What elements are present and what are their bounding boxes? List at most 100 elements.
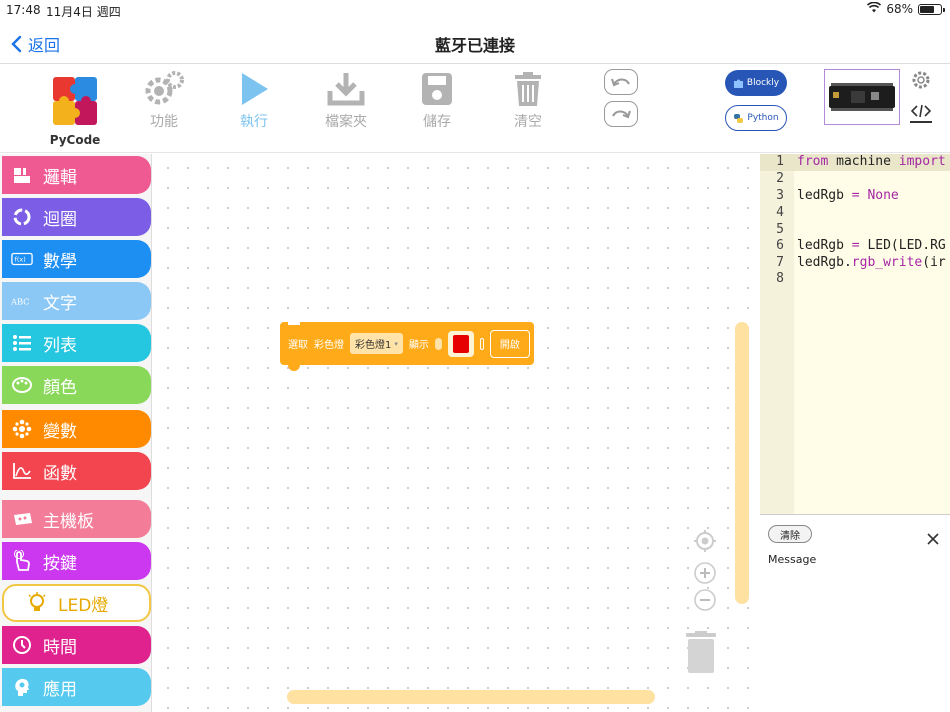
category-label: 時間 [43, 637, 77, 658]
save-button[interactable]: 儲存 [407, 71, 467, 131]
undo-button[interactable] [604, 69, 638, 95]
list-icon [11, 332, 33, 354]
block-select-label: 選取 [288, 340, 308, 351]
category-led[interactable]: LED燈 [2, 584, 151, 622]
redo-button[interactable] [604, 101, 638, 127]
download-icon [327, 73, 365, 106]
zoom-out-icon[interactable] [693, 588, 717, 616]
play-icon [242, 73, 268, 105]
code-view-icon[interactable] [910, 101, 932, 123]
trash-can-icon[interactable] [684, 631, 718, 679]
line-number: 7 [776, 255, 784, 270]
pycode-logo: PyCode [48, 75, 102, 147]
python-label: Python [747, 113, 779, 123]
toggle-field[interactable]: 開啟 [489, 329, 530, 358]
line-number: 4 [776, 205, 784, 220]
python-code-panel[interactable]: 1 from machine import 2 3 ledRgb = None … [760, 154, 950, 514]
blocks-workspace[interactable]: 選取 彩色燈 彩色燈1 ▾ 顯示 開啟 [152, 154, 752, 712]
recenter-icon[interactable] [693, 529, 717, 557]
abc-text-icon: ABC [11, 290, 33, 312]
status-bar: 17:48 11月4日 週四 68% [0, 0, 950, 20]
block-led-label: 彩色燈 [314, 340, 344, 351]
led-color-block[interactable]: 選取 彩色燈 彩色燈1 ▾ 顯示 開啟 [280, 317, 534, 371]
category-function[interactable]: 函數 [2, 452, 151, 490]
dropdown-value: 彩色燈1 [355, 340, 392, 351]
line-number: 6 [776, 238, 784, 253]
message-label: Message [768, 553, 817, 566]
palette-icon [11, 374, 33, 396]
line-text: from machine import [797, 154, 946, 169]
run-label: 執行 [240, 114, 268, 130]
line-text: ledRgb = LED(LED.RG [797, 238, 946, 253]
brand-label: PyCode [49, 133, 101, 147]
category-label: 變數 [43, 421, 77, 442]
horizontal-scrollbar[interactable] [287, 690, 655, 704]
vertical-scrollbar[interactable] [735, 322, 749, 604]
category-label: 文字 [43, 293, 77, 314]
category-application[interactable]: 應用 [2, 668, 151, 706]
nav-bar: 返回 藍牙已連接 [0, 20, 950, 64]
category-math[interactable]: f(x) 數學 [2, 240, 151, 278]
redo-icon [612, 110, 631, 119]
category-color[interactable]: 顏色 [2, 366, 151, 404]
category-mainboard[interactable]: 主機板 [2, 500, 151, 538]
led-dropdown[interactable]: 彩色燈1 ▾ [350, 333, 403, 354]
code-line: 5 [760, 222, 784, 239]
code-line: 8 [760, 271, 784, 288]
puzzle-logo-icon [53, 77, 97, 125]
touch-finger-icon [11, 550, 33, 572]
function-label: 功能 [150, 114, 178, 130]
category-text[interactable]: ABC 文字 [2, 282, 151, 320]
clock-icon [11, 634, 33, 656]
category-list[interactable]: 列表 [2, 324, 151, 362]
save-icon [422, 73, 452, 105]
code-line: 3 ledRgb = None [760, 188, 899, 205]
category-button[interactable]: 按鍵 [2, 542, 151, 580]
line-text: ledRgb = None [797, 188, 899, 203]
status-time: 17:48 [6, 3, 41, 17]
run-button[interactable]: 執行 [224, 71, 284, 131]
function-button[interactable]: 功能 [134, 71, 194, 131]
gear-icon [145, 71, 184, 105]
line-text: ledRgb.rgb_write(ir [797, 255, 946, 270]
python-logo-icon [734, 113, 744, 123]
python-mode-button[interactable]: Python [725, 105, 787, 131]
category-sidebar: 邏輯 迴圈 f(x) 數學 ABC 文字 列表 顏色 變數 函數 主機板 按鍵 … [0, 154, 152, 712]
file-label: 檔案夾 [325, 114, 367, 130]
color-picker-field[interactable] [447, 330, 474, 357]
code-line: 1 from machine import [760, 154, 946, 171]
svg-text:ABC: ABC [11, 297, 30, 307]
category-loop[interactable]: 迴圈 [2, 198, 151, 236]
message-panel: 清除 Message [760, 514, 950, 712]
clear-button[interactable]: 清空 [498, 71, 558, 131]
logic-puzzle-icon [11, 164, 33, 186]
input-connector [434, 337, 442, 350]
save-label: 儲存 [423, 114, 451, 130]
graph-icon [11, 460, 33, 482]
category-label: 顏色 [43, 377, 77, 398]
settings-gear-icon[interactable] [910, 69, 932, 95]
blockly-mode-button[interactable]: Blockly [725, 70, 787, 96]
color-swatch [452, 334, 469, 353]
category-label: 按鍵 [43, 553, 77, 574]
category-label: 主機板 [43, 511, 94, 532]
svg-text:f(x): f(x) [15, 256, 26, 264]
controller-icon [11, 508, 33, 530]
input-connector [479, 337, 484, 350]
clear-messages-button[interactable]: 清除 [768, 525, 812, 543]
undo-icon [611, 78, 630, 87]
page-title: 藍牙已連接 [434, 36, 515, 55]
category-label: LED燈 [58, 595, 109, 616]
category-time[interactable]: 時間 [2, 626, 151, 664]
category-variable[interactable]: 變數 [2, 410, 151, 448]
category-label: 邏輯 [43, 167, 77, 188]
line-number: 5 [776, 222, 784, 237]
clear-label: 清空 [514, 114, 542, 130]
code-line: 7 ledRgb.rgb_write(ir [760, 255, 946, 272]
file-button[interactable]: 檔案夾 [316, 71, 376, 131]
board-image[interactable] [824, 69, 900, 125]
close-icon[interactable] [926, 531, 940, 550]
battery-percent: 68% [886, 2, 913, 16]
zoom-in-icon[interactable] [693, 561, 717, 589]
category-logic[interactable]: 邏輯 [2, 156, 151, 194]
